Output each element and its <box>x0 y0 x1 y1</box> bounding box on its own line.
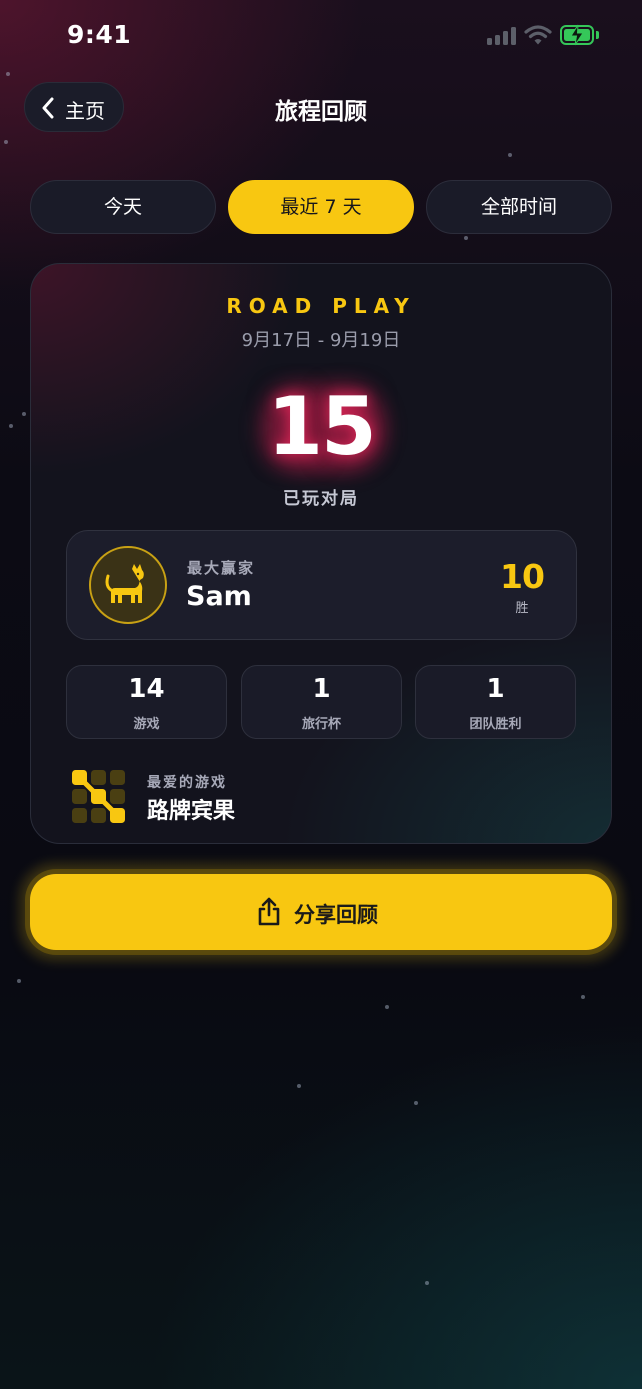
back-button-label: 主页 <box>65 99 105 123</box>
background-star <box>581 995 585 999</box>
chevron-left-icon <box>42 97 54 119</box>
stat-label: 游戏 <box>133 717 160 732</box>
share-recap-label: 分享回顾 <box>294 903 378 927</box>
top-winner-label: 最大赢家 <box>187 559 256 577</box>
games-played-count: 15 <box>267 380 376 473</box>
share-icon <box>258 897 280 926</box>
status-time: 9:41 <box>67 20 132 49</box>
background-star <box>425 1281 429 1285</box>
stat-value: 14 <box>128 674 165 704</box>
cat-icon <box>105 564 144 603</box>
background-star <box>22 412 26 416</box>
stat-road-trip-cup: 1 旅行杯 <box>241 665 402 739</box>
tab-today[interactable]: 今天 <box>30 180 216 234</box>
status-bar: 9:41 <box>0 0 642 74</box>
background-star <box>414 1101 418 1105</box>
background-star <box>385 1005 389 1009</box>
background-star <box>297 1084 301 1088</box>
tab-last-7-days[interactable]: 最近 7 天 <box>228 180 414 234</box>
tab-all-time[interactable]: 全部时间 <box>426 180 612 234</box>
favorite-game-name: 路牌宾果 <box>147 799 236 824</box>
top-winner-wins-label: 胜 <box>515 601 529 616</box>
stat-value: 1 <box>312 674 331 704</box>
cellular-signal-icon <box>487 27 517 45</box>
stat-value: 1 <box>486 674 505 704</box>
stat-team-wins: 1 团队胜利 <box>415 665 576 739</box>
avatar <box>89 546 167 624</box>
background-star <box>508 153 512 157</box>
stat-label: 团队胜利 <box>469 717 522 732</box>
charging-bolt-icon <box>570 24 584 46</box>
background-star <box>4 140 8 144</box>
share-recap-button[interactable]: 分享回顾 <box>30 874 612 950</box>
recap-card: ROAD PLAY 9月17日 - 9月19日 15 已玩对局 最大赢家 Sam… <box>30 263 612 844</box>
games-played-label: 已玩对局 <box>283 489 359 509</box>
background-star <box>9 424 13 428</box>
stat-label: 旅行杯 <box>301 717 341 732</box>
top-winner-wins: 10 <box>500 557 545 596</box>
wifi-icon <box>524 25 552 45</box>
background-star <box>17 979 21 983</box>
favorite-game-label: 最爱的游戏 <box>147 775 227 791</box>
date-range: 9月17日 - 9月19日 <box>241 330 401 351</box>
stat-games: 14 游戏 <box>66 665 227 739</box>
brand-title: ROAD PLAY <box>226 294 416 318</box>
top-winner-name: Sam <box>186 581 252 612</box>
background-star <box>464 236 468 240</box>
back-button[interactable]: 主页 <box>24 82 124 132</box>
bingo-grid-icon <box>72 770 125 823</box>
top-winner-panel: 最大赢家 Sam 10 胜 <box>66 530 577 640</box>
battery-cap <box>596 31 599 39</box>
